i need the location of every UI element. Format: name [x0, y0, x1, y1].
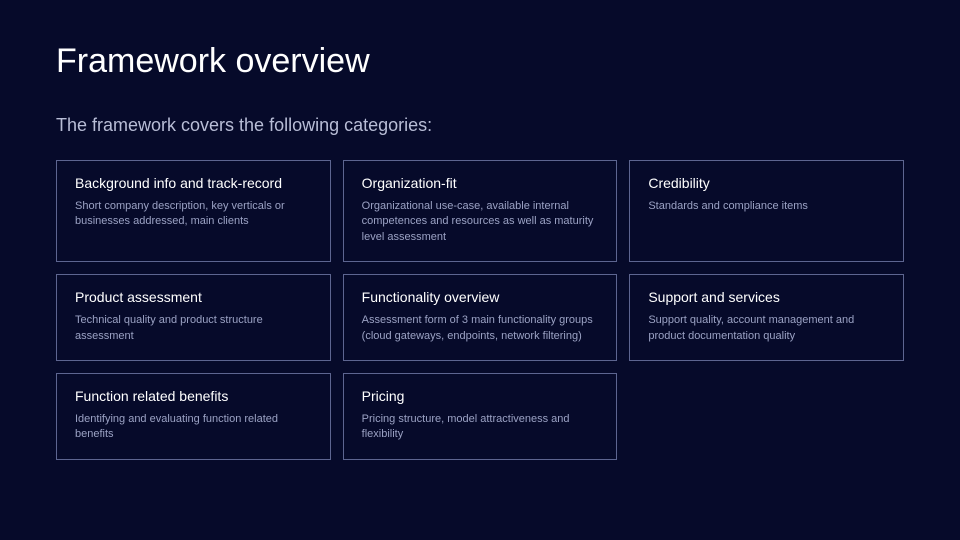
card: Function related benefits Identifying an… — [56, 373, 331, 460]
card: Product assessment Technical quality and… — [56, 274, 331, 361]
card-desc: Short company description, key verticals… — [75, 199, 312, 230]
card: Pricing Pricing structure, model attract… — [343, 373, 618, 460]
card-title: Background info and track-record — [75, 175, 312, 191]
page-subtitle: The framework covers the following categ… — [56, 115, 904, 136]
card-desc: Support quality, account management and … — [648, 313, 885, 344]
card-title: Credibility — [648, 175, 885, 191]
card: Support and services Support quality, ac… — [629, 274, 904, 361]
page-title: Framework overview — [56, 42, 904, 81]
card-title: Support and services — [648, 289, 885, 305]
card-desc: Identifying and evaluating function rela… — [75, 412, 312, 443]
card-desc: Organizational use-case, available inter… — [362, 199, 599, 245]
card-title: Functionality overview — [362, 289, 599, 305]
card: Functionality overview Assessment form o… — [343, 274, 618, 361]
card-desc: Assessment form of 3 main functionality … — [362, 313, 599, 344]
card-desc: Technical quality and product structure … — [75, 313, 312, 344]
card: Background info and track-record Short c… — [56, 160, 331, 262]
card: Organization-fit Organizational use-case… — [343, 160, 618, 262]
card-desc: Standards and compliance items — [648, 199, 885, 214]
card-title: Organization-fit — [362, 175, 599, 191]
card-title: Function related benefits — [75, 388, 312, 404]
card-title: Pricing — [362, 388, 599, 404]
card: Credibility Standards and compliance ite… — [629, 160, 904, 262]
card-grid: Background info and track-record Short c… — [56, 160, 904, 460]
card-desc: Pricing structure, model attractiveness … — [362, 412, 599, 443]
card-title: Product assessment — [75, 289, 312, 305]
